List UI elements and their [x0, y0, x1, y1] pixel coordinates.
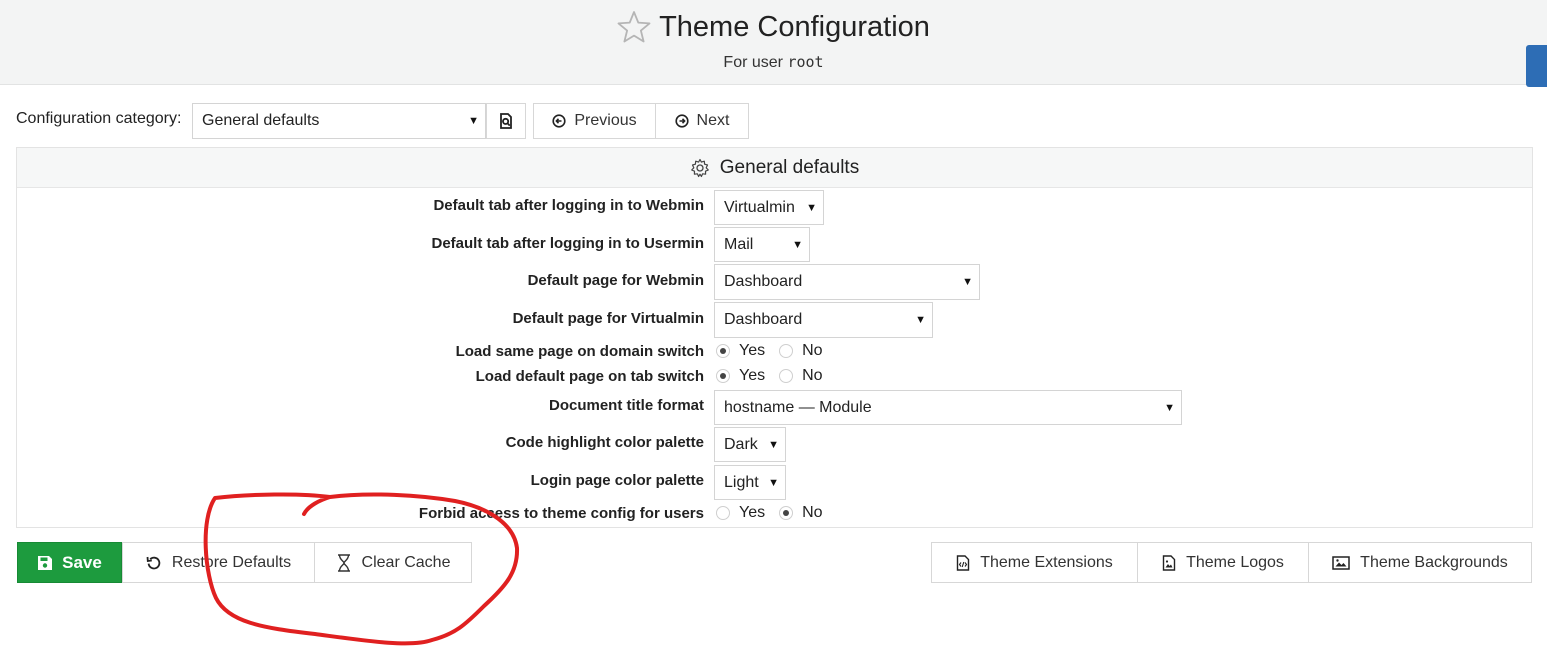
save-label: Save	[62, 552, 102, 572]
row-label-login-palette: Login page color palette	[530, 472, 704, 489]
forbid-access-yes-label[interactable]: Yes	[739, 504, 765, 522]
webmin-page-value: Dashboard	[724, 273, 803, 290]
title-group: Theme Configuration	[617, 10, 930, 44]
login-palette-value: Light	[724, 473, 759, 491]
row-label-domain-switch: Load same page on domain switch	[455, 343, 704, 360]
save-icon	[38, 555, 53, 570]
domain-switch-no-label[interactable]: No	[802, 342, 822, 360]
theme-backgrounds-button[interactable]: Theme Backgrounds	[1308, 542, 1532, 583]
domain-switch-no-radio[interactable]	[779, 344, 794, 358]
row-label-forbid-access: Forbid access to theme config for users	[418, 505, 704, 522]
category-select-value: General defaults	[202, 112, 320, 129]
subtitle-user: root	[787, 53, 824, 71]
forbid-access-yes-radio[interactable]	[716, 506, 730, 520]
next-label: Next	[696, 112, 730, 129]
tab-switch-yes-label[interactable]: Yes	[739, 367, 765, 385]
restore-icon	[146, 556, 161, 569]
previous-icon	[552, 114, 566, 128]
theme-extensions-button[interactable]: Theme Extensions	[931, 542, 1138, 583]
category-search-button[interactable]	[486, 103, 526, 139]
save-button[interactable]: Save	[17, 542, 122, 583]
usermin-tab-select[interactable]: Mail ▼	[714, 227, 810, 262]
row-label-usermin-tab: Default tab after logging in to Usermin	[431, 235, 704, 252]
subtitle-prefix: For user	[723, 54, 783, 71]
chevron-down-icon: ▼	[1164, 401, 1175, 414]
theme-backgrounds-label: Theme Backgrounds	[1360, 553, 1508, 571]
chevron-down-icon: ▼	[792, 238, 803, 251]
chevron-down-icon: ▼	[468, 115, 479, 127]
category-select[interactable]: General defaults ▼	[192, 103, 486, 139]
page-title: Theme Configuration	[659, 10, 930, 43]
panel-title: General defaults	[719, 156, 860, 178]
theme-extensions-label: Theme Extensions	[980, 553, 1113, 571]
login-palette-select[interactable]: Light ▼	[714, 465, 786, 500]
chevron-down-icon: ▼	[806, 201, 817, 214]
domain-switch-yes-label[interactable]: Yes	[739, 342, 765, 360]
theme-logos-button[interactable]: Theme Logos	[1137, 542, 1309, 583]
virtualmin-page-value: Dashboard	[724, 311, 803, 328]
title-format-select[interactable]: hostname — Module ▼	[714, 390, 1182, 425]
chevron-down-icon: ▼	[915, 314, 926, 326]
restore-defaults-label: Restore Defaults	[171, 553, 292, 571]
row-label-title-format: Document title format	[548, 397, 704, 414]
gear-icon	[690, 158, 709, 177]
code-palette-value: Dark	[724, 435, 758, 453]
title-row: Theme Configuration	[0, 10, 1547, 49]
webmin-tab-select[interactable]: Virtualmin ▼	[714, 190, 824, 225]
clear-cache-label: Clear Cache	[361, 553, 451, 571]
tab-switch-no-label[interactable]: No	[802, 367, 822, 385]
row-label-tab-switch: Load default page on tab switch	[475, 368, 704, 385]
hourglass-icon	[337, 553, 350, 572]
clear-cache-button[interactable]: Clear Cache	[314, 542, 472, 583]
search-icon	[500, 113, 512, 129]
code-palette-select[interactable]: Dark ▼	[714, 427, 786, 462]
tab-switch-no-radio[interactable]	[779, 369, 794, 383]
tab-switch-radios: Yes No	[716, 367, 837, 385]
next-icon	[674, 114, 689, 128]
previous-button[interactable]: Previous	[533, 103, 656, 139]
row-label-webmin-tab: Default tab after logging in to Webmin	[433, 197, 704, 214]
webmin-page-select[interactable]: Dashboard ▼	[714, 264, 980, 300]
row-label-virtualmin-page: Default page for Virtualmin	[512, 310, 704, 327]
previous-label: Previous	[574, 112, 637, 129]
usermin-tab-value: Mail	[724, 235, 754, 253]
page-header: Theme Configuration For user root	[0, 0, 1547, 87]
chevron-down-icon: ▼	[768, 438, 779, 451]
restore-defaults-button[interactable]: Restore Defaults	[122, 542, 315, 583]
webmin-tab-value: Virtualmin	[724, 198, 795, 216]
chevron-down-icon: ▼	[768, 476, 779, 489]
title-format-value: hostname — Module	[724, 398, 872, 416]
page-subtitle: For user root	[0, 53, 1547, 72]
category-label: Configuration category:	[16, 110, 182, 127]
extensions-icon	[957, 554, 970, 571]
row-label-code-palette: Code highlight color palette	[505, 434, 704, 451]
domain-switch-radios: Yes No	[716, 342, 837, 360]
theme-logos-label: Theme Logos	[1186, 553, 1284, 571]
row-label-webmin-page: Default page for Webmin	[527, 272, 704, 289]
tab-switch-yes-radio[interactable]	[716, 369, 730, 383]
domain-switch-yes-radio[interactable]	[716, 344, 730, 358]
next-button[interactable]: Next	[655, 103, 749, 139]
star-icon[interactable]	[617, 10, 651, 44]
virtualmin-page-select[interactable]: Dashboard ▼	[714, 302, 933, 338]
side-panel-tab[interactable]	[1526, 45, 1547, 87]
forbid-access-radios: Yes No	[716, 504, 837, 522]
backgrounds-icon	[1332, 555, 1350, 570]
logos-icon	[1162, 554, 1176, 571]
chevron-down-icon: ▼	[962, 276, 973, 288]
forbid-access-no-radio[interactable]	[779, 506, 794, 520]
panel-header: General defaults	[17, 148, 1532, 188]
forbid-access-no-label[interactable]: No	[802, 504, 822, 522]
